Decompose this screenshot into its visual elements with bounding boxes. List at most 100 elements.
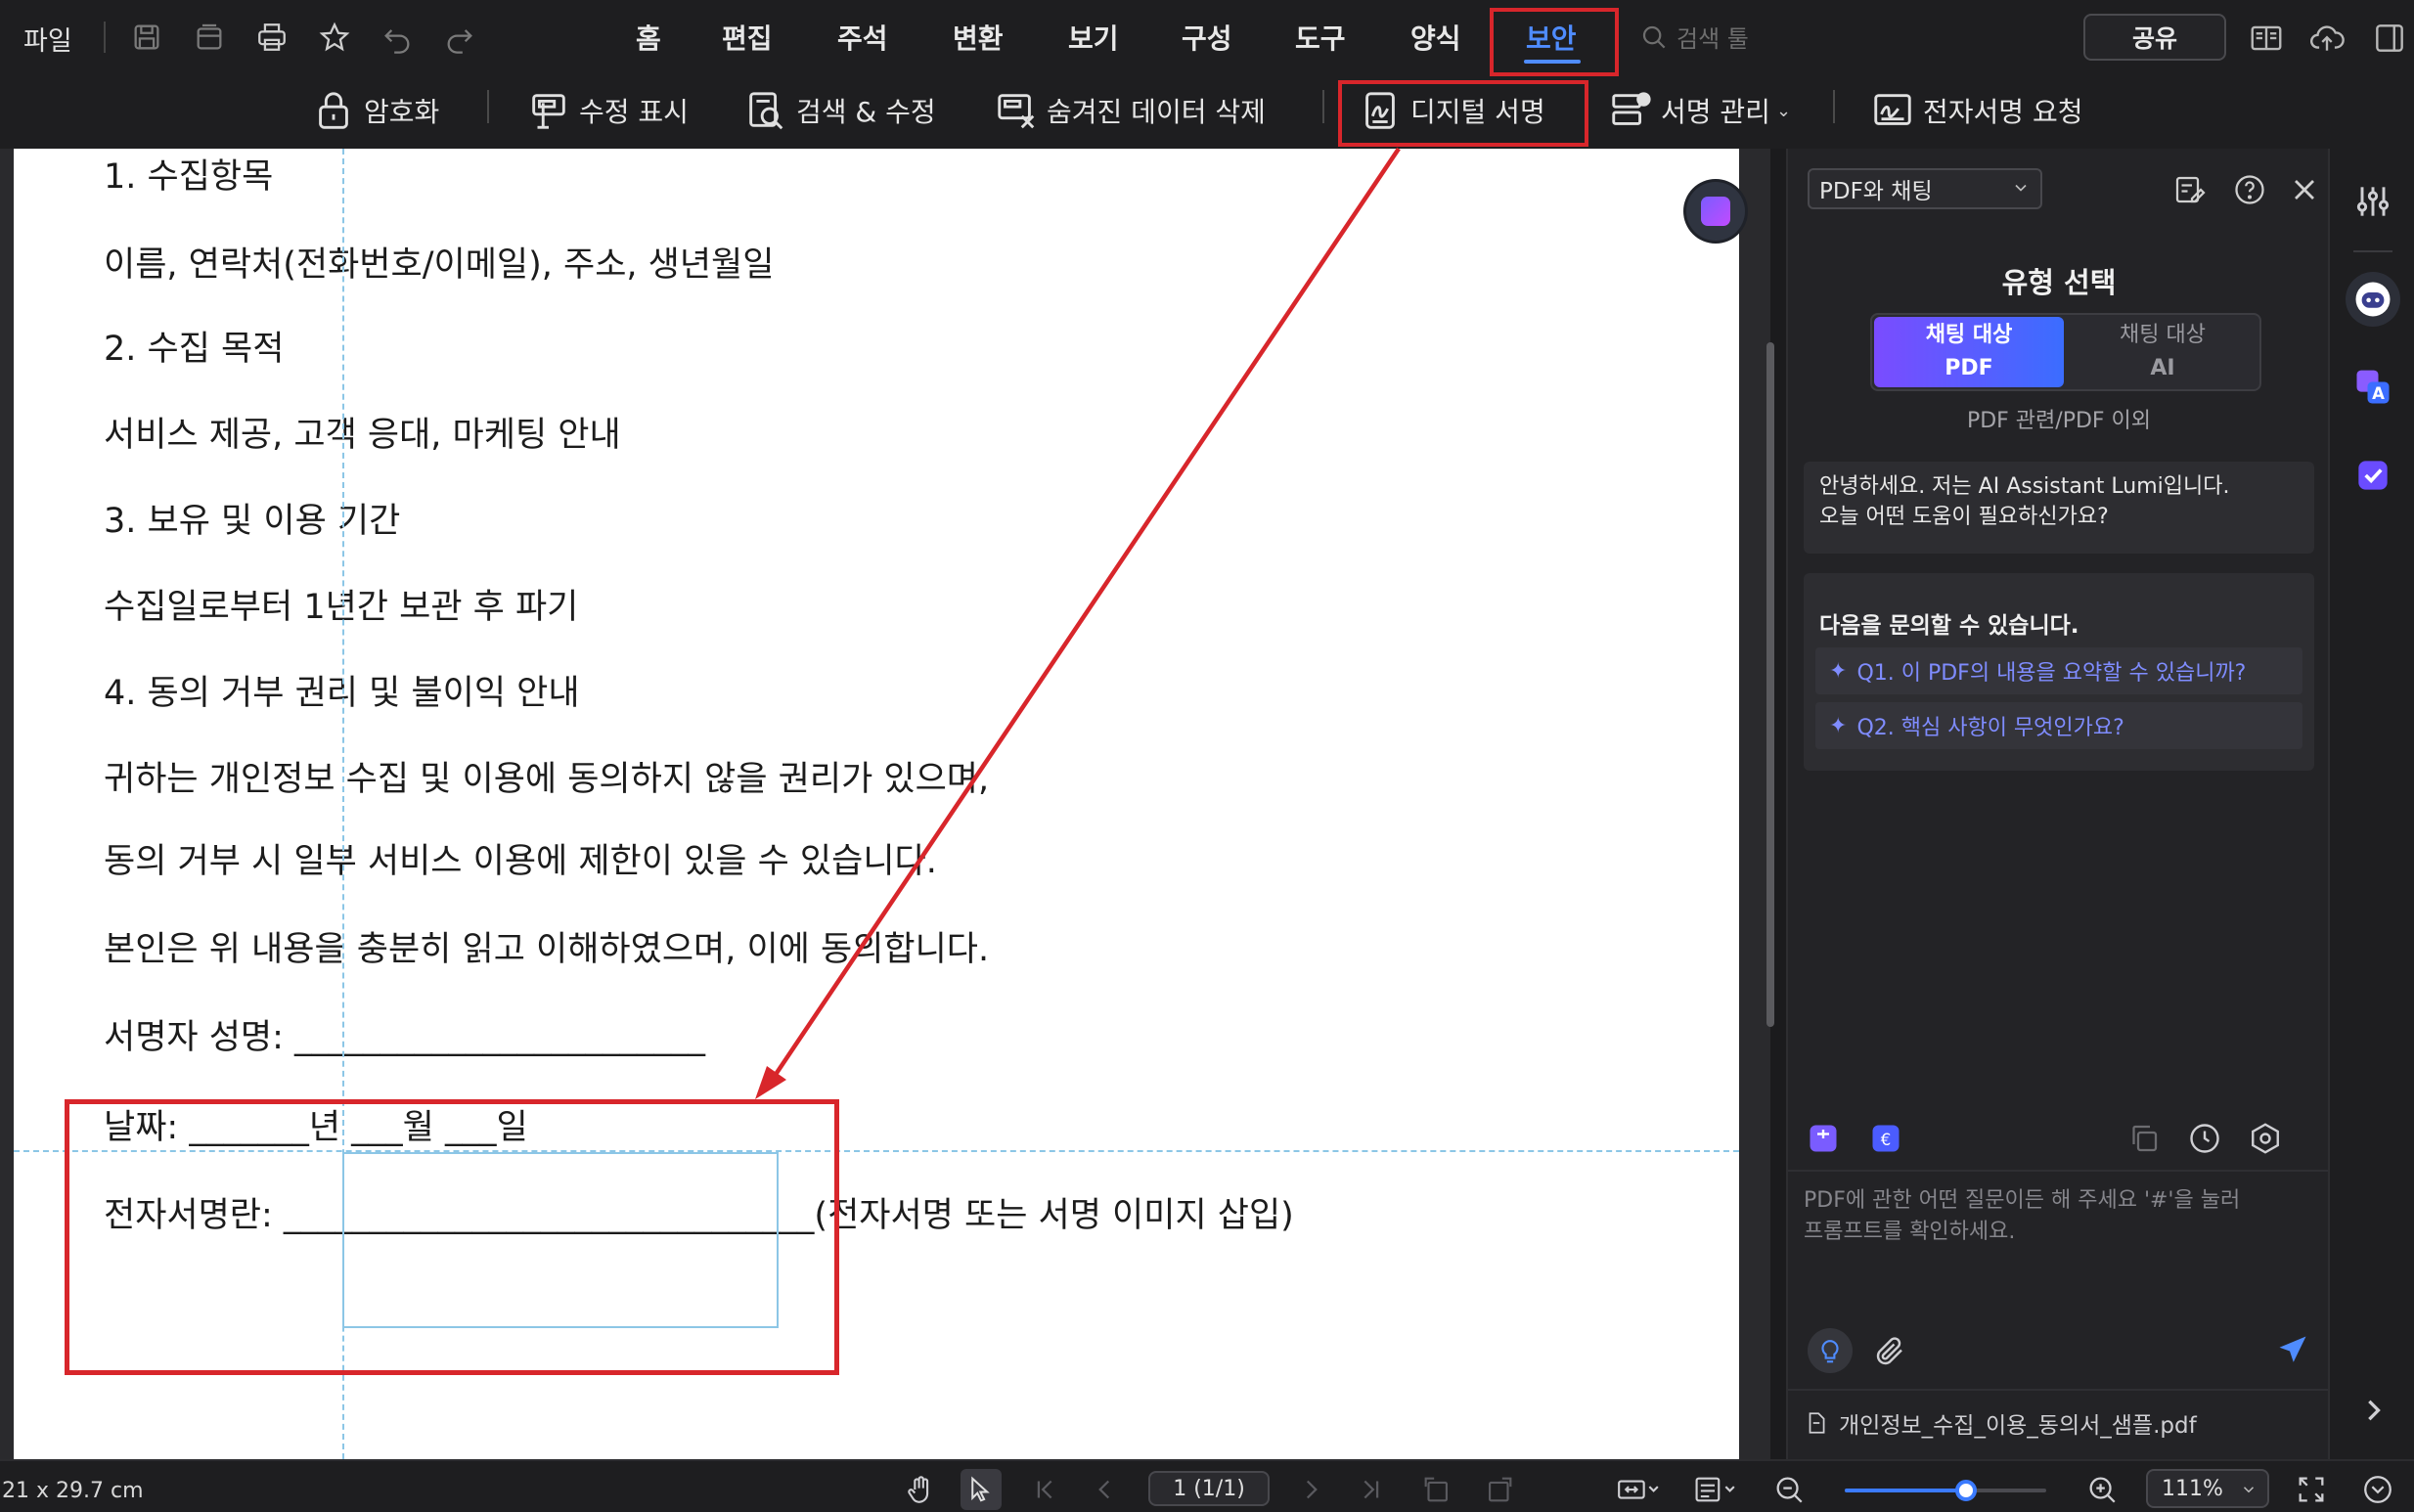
- fullscreen-icon[interactable]: [2295, 1473, 2328, 1506]
- rotate-left-icon[interactable]: [1420, 1473, 1453, 1506]
- chevron-down-icon: ⌄: [1775, 100, 1792, 121]
- chat-input-placeholder-1: PDF에 관한 어떤 질문이든 해 주세요 '#'을 눌러: [1804, 1188, 2241, 1213]
- translate-chat-icon[interactable]: €: [1868, 1121, 1903, 1156]
- security-ribbon: 암호화 수정 표시 검색 & 수정 숨겨진 데이터 삭제 디지털 서명 서명 관…: [0, 76, 2414, 149]
- menu-bar: 파일 홈 편집 주석 변환 보기 구성 도구 양식 보안 검색 툴 공유: [0, 0, 2414, 76]
- close-icon[interactable]: [2287, 172, 2322, 207]
- chevron-right-icon[interactable]: [2351, 1389, 2394, 1432]
- ai-floating-button[interactable]: [1686, 182, 1745, 241]
- fit-width-dropdown[interactable]: [1614, 1473, 1665, 1506]
- divider: [1833, 90, 1835, 123]
- hand-tool-icon[interactable]: [904, 1473, 937, 1506]
- suggested-question-1[interactable]: ✦ Q1. 이 PDF의 내용을 요약할 수 있습니까?: [1815, 647, 2302, 694]
- tab-edit[interactable]: 편집: [722, 18, 773, 57]
- zoom-slider[interactable]: [1845, 1480, 2046, 1501]
- task-check-icon[interactable]: [2351, 454, 2394, 497]
- tab-convert[interactable]: 변환: [953, 18, 1004, 57]
- search-redact-icon: [749, 92, 783, 130]
- suggested-question-2-text: Q2. 핵심 사항이 무엇인가요?: [1856, 716, 2124, 740]
- chat-with-pdf-option[interactable]: 채팅 대상 PDF: [1874, 317, 2064, 387]
- page-number-input[interactable]: 1 (1/1): [1148, 1471, 1270, 1506]
- doc-text: 동의 거부 시 일부 서비스 이용에 제한이 있을 수 있습니다.: [104, 842, 937, 881]
- tab-view[interactable]: 보기: [1068, 18, 1119, 57]
- encrypt-button[interactable]: 암호화: [311, 76, 439, 145]
- search-redact-button[interactable]: 검색 & 수정: [743, 76, 936, 145]
- history-icon[interactable]: [2187, 1121, 2222, 1156]
- panel-title: 유형 선택: [2001, 266, 2117, 299]
- zoom-in-icon[interactable]: [2085, 1473, 2119, 1506]
- collapse-bar-icon[interactable]: [2361, 1473, 2394, 1506]
- tab-home[interactable]: 홈: [636, 18, 661, 57]
- file-menu[interactable]: 파일: [23, 20, 72, 58]
- manage-signatures-button[interactable]: 서명 관리 ⌄: [1608, 76, 1791, 145]
- assistant-greeting: 안녕하세요. 저는 AI Assistant Lumi입니다. 오늘 어떤 도움…: [1804, 462, 2314, 554]
- save-icon[interactable]: [127, 18, 166, 57]
- svg-text:€: €: [1881, 1131, 1892, 1149]
- remove-hidden-data-button[interactable]: 숨겨진 데이터 삭제: [994, 76, 1266, 145]
- mark-redaction-button[interactable]: 수정 표시: [526, 76, 689, 145]
- doc-heading-3: 3. 보유 및 이용 기간: [104, 502, 401, 541]
- file-icon: [1809, 1412, 1825, 1434]
- digital-signature-highlight-box: [1338, 80, 1588, 147]
- prev-page-icon[interactable]: [1088, 1473, 1121, 1506]
- doc-text: 귀하는 개인정보 수집 및 이용에 동의하지 않을 권리가 있으며,: [104, 760, 990, 799]
- redo-icon[interactable]: [440, 18, 479, 57]
- properties-icon[interactable]: [2351, 180, 2394, 223]
- chat-input-placeholder-2: 프롬프트를 확인하세요.: [1804, 1220, 2016, 1244]
- greeting-line-2: 오늘 어떤 도움이 필요하신가요?: [1819, 505, 2109, 529]
- greeting-line-1: 안녕하세요. 저는 AI Assistant Lumi입니다.: [1819, 474, 2230, 499]
- help-icon[interactable]: [2232, 172, 2267, 207]
- star-icon[interactable]: [315, 18, 354, 57]
- divider: [2353, 250, 2392, 252]
- print-icon[interactable]: [252, 18, 291, 57]
- first-page-icon[interactable]: [1029, 1473, 1062, 1506]
- page-layout-dropdown[interactable]: [1690, 1473, 1741, 1506]
- translate-icon[interactable]: A: [2351, 366, 2394, 409]
- attach-icon[interactable]: [1872, 1334, 1907, 1369]
- cloud-upload-icon[interactable]: [2308, 20, 2346, 57]
- search-tool[interactable]: 검색 툴: [1639, 20, 1749, 54]
- chat-mode-select[interactable]: PDF와 채팅: [1808, 168, 2042, 209]
- divider: [1788, 1170, 2330, 1172]
- request-esign-label: 전자서명 요청: [1923, 96, 2083, 128]
- zoom-out-icon[interactable]: [1772, 1473, 1806, 1506]
- lightbulb-icon: [1821, 1340, 1839, 1363]
- chat-with-ai-option[interactable]: 채팅 대상 AI: [2066, 317, 2259, 387]
- ai-assistant-button[interactable]: [2346, 272, 2400, 327]
- redact-mark-icon: [532, 94, 565, 129]
- request-esign-button[interactable]: 전자서명 요청: [1870, 76, 2082, 145]
- tab-comment[interactable]: 주석: [837, 18, 888, 57]
- undo-icon[interactable]: [378, 18, 417, 57]
- esign-request-icon: [1874, 94, 1911, 125]
- rotate-right-icon[interactable]: [1483, 1473, 1516, 1506]
- panel-toggle-icon[interactable]: [2371, 20, 2408, 57]
- stack-icon[interactable]: [190, 18, 229, 57]
- tab-tools[interactable]: 도구: [1295, 18, 1346, 57]
- new-chat-icon[interactable]: [1806, 1121, 1841, 1156]
- tab-organize[interactable]: 구성: [1182, 18, 1232, 57]
- suggested-title: 다음을 문의할 수 있습니다.: [1819, 613, 2079, 639]
- edit-note-icon[interactable]: [2171, 172, 2207, 207]
- last-page-icon[interactable]: [1354, 1473, 1387, 1506]
- zoom-slider-knob[interactable]: [1954, 1480, 1977, 1501]
- select-tool-button[interactable]: [961, 1469, 1002, 1510]
- suggested-question-2[interactable]: ✦ Q2. 핵심 사항이 무엇인가요?: [1815, 702, 2302, 749]
- document-scrollbar[interactable]: [1766, 342, 1774, 1027]
- pdf-page[interactable]: 1. 수집항목 이름, 연락처(전화번호/이메일), 주소, 생년월일 2. 수…: [14, 149, 1739, 1459]
- tab-form[interactable]: 양식: [1410, 18, 1461, 57]
- remove-hidden-data-label: 숨겨진 데이터 삭제: [1047, 96, 1266, 128]
- send-icon[interactable]: [2275, 1332, 2310, 1367]
- page-layout-icon: [1695, 1477, 1735, 1502]
- reader-mode-icon[interactable]: [2248, 20, 2285, 57]
- copy-icon[interactable]: [2126, 1121, 2162, 1156]
- chat-with-ai-top: 채팅 대상: [2120, 323, 2206, 347]
- doc-text: 이름, 연락처(전화번호/이메일), 주소, 생년월일: [104, 245, 775, 285]
- suggested-questions: 다음을 문의할 수 있습니다. ✦ Q1. 이 PDF의 내용을 요약할 수 있…: [1804, 573, 2314, 771]
- chat-input[interactable]: PDF에 관한 어떤 질문이든 해 주세요 '#'을 눌러 프롬프트를 확인하세…: [1804, 1185, 2312, 1248]
- next-page-icon[interactable]: [1295, 1473, 1328, 1506]
- share-button[interactable]: 공유: [2083, 14, 2226, 61]
- settings-icon[interactable]: [2248, 1121, 2283, 1156]
- zoom-level-select[interactable]: 111%: [2146, 1469, 2269, 1508]
- mark-redaction-label: 수정 표시: [579, 96, 689, 128]
- prompt-tips-button[interactable]: [1808, 1328, 1853, 1373]
